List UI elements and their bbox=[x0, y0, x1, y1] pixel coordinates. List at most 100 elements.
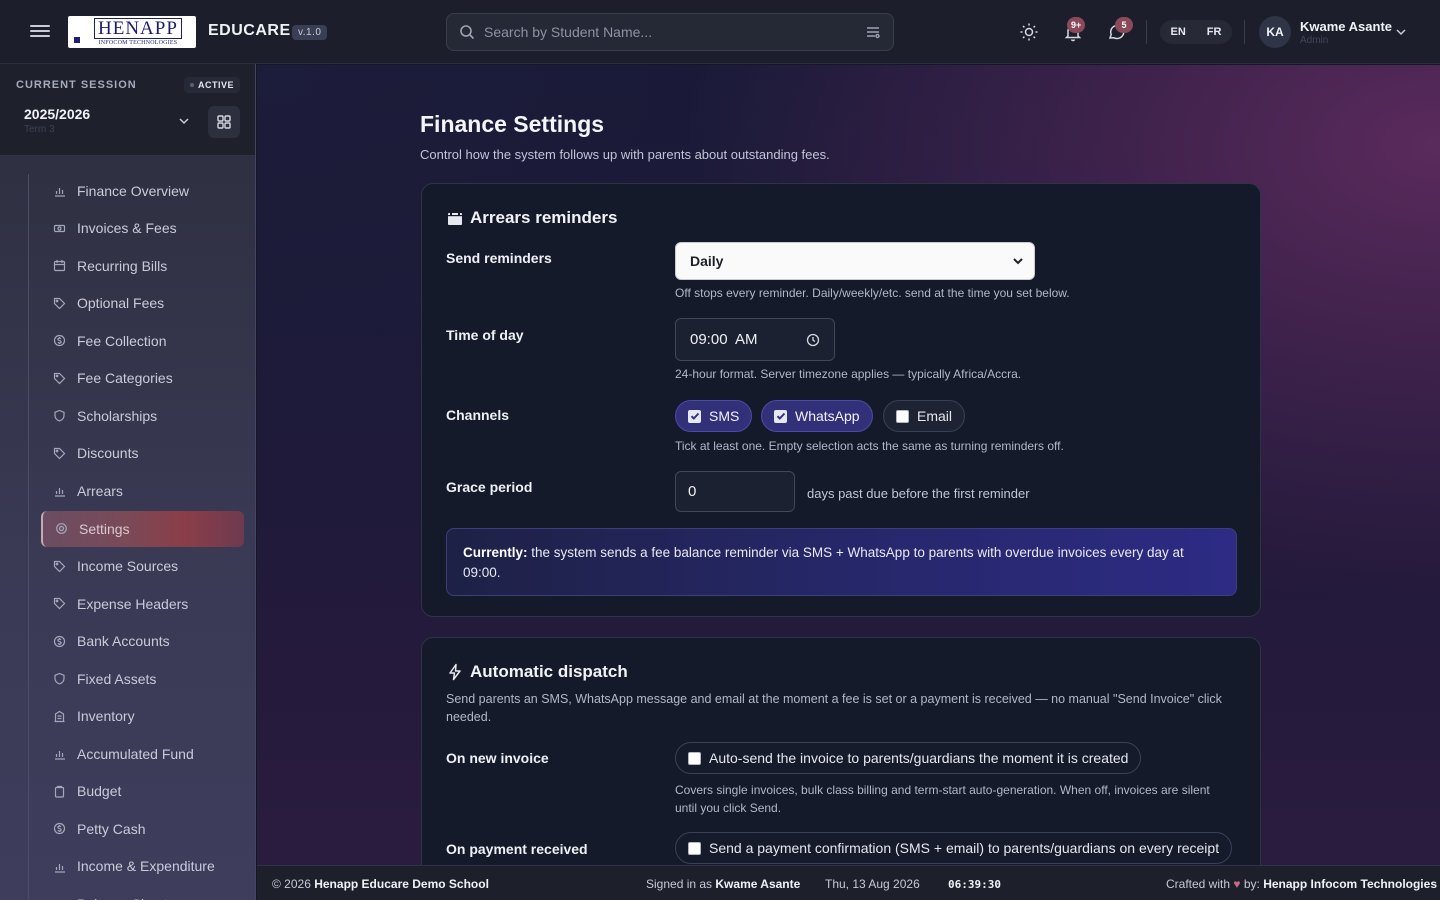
card-title: Automatic dispatch bbox=[446, 662, 628, 682]
sidebar-item-label: Balance Sheet bbox=[77, 896, 168, 900]
sidebar-item-budget[interactable]: Budget bbox=[41, 773, 244, 811]
channel-label: Email bbox=[917, 408, 953, 424]
auto-send-invoice-toggle[interactable]: Auto-send the invoice to parents/guardia… bbox=[675, 742, 1142, 774]
footer-company: Henapp Infocom Technologies bbox=[1263, 877, 1437, 891]
footer-clock: 06:39:30 bbox=[948, 878, 1001, 891]
automatic-dispatch-card: Automatic dispatch Send parents an SMS, … bbox=[421, 637, 1261, 865]
time-of-day-value: 09:00 AM bbox=[690, 331, 758, 348]
sidebar-item-label: Inventory bbox=[77, 708, 135, 725]
sidebar-nav: Finance Overview Invoices & Fees Recurring… bbox=[41, 172, 244, 900]
sidebar-item-fixed-assets[interactable]: Fixed Assets bbox=[41, 660, 244, 698]
channel-label: SMS bbox=[709, 408, 740, 424]
shield-icon bbox=[54, 673, 65, 685]
chart-icon bbox=[55, 751, 65, 760]
footer-copyright: © 2026 Henapp Educare Demo School bbox=[272, 877, 489, 891]
session-year[interactable]: 2025/2026 bbox=[24, 106, 90, 122]
channel-sms-toggle[interactable]: SMS bbox=[675, 400, 753, 432]
clock-icon[interactable] bbox=[806, 333, 820, 347]
gear-icon bbox=[56, 523, 67, 534]
logo-sub-text: INFOCOM TECHNOLOGIES bbox=[98, 39, 178, 46]
filter-icon[interactable] bbox=[865, 24, 881, 40]
dollar-circle-icon bbox=[53, 635, 66, 647]
sidebar-item-income-expenditure[interactable]: Income & Expenditure bbox=[41, 848, 244, 886]
checkbox-unchecked[interactable] bbox=[688, 751, 701, 765]
arrears-title: Arrears reminders bbox=[470, 208, 618, 227]
heart-icon: ♥ bbox=[1233, 877, 1241, 891]
sidebar-item-label: Fee Collection bbox=[77, 332, 167, 349]
footer-school: Henapp Educare Demo School bbox=[314, 877, 489, 891]
language-en-button[interactable]: EN bbox=[1165, 24, 1192, 40]
session-label: CURRENT SESSION bbox=[16, 79, 137, 91]
arrears-reminders-card: Arrears reminders Send reminders Daily O… bbox=[421, 183, 1261, 617]
footer-crafted: Crafted with ♥ by: Henapp Infocom Techno… bbox=[1166, 877, 1437, 891]
time-of-day-input[interactable]: 09:00 AM bbox=[675, 318, 835, 361]
sidebar-item-accumulated-fund[interactable]: Accumulated Fund bbox=[41, 735, 244, 773]
search-input[interactable] bbox=[475, 24, 865, 40]
theme-toggle-icon[interactable] bbox=[1019, 22, 1039, 42]
sidebar-item-label: Fee Categories bbox=[77, 370, 173, 387]
sidebar-item-optional-fees[interactable]: Optional Fees bbox=[41, 285, 244, 323]
sidebar-item-label: Optional Fees bbox=[77, 295, 165, 312]
sidebar-item-label: Accumulated Fund bbox=[77, 745, 194, 762]
sidebar-item-finance-overview[interactable]: Finance Overview bbox=[41, 172, 244, 210]
sidebar-item-settings[interactable]: Settings bbox=[41, 510, 244, 547]
channels-help: Tick at least one. Empty selection acts … bbox=[675, 439, 1064, 453]
version-badge: v.1.0 bbox=[292, 25, 328, 40]
sidebar-item-balance-sheet[interactable]: Balance Sheet bbox=[41, 885, 244, 900]
divider bbox=[1244, 20, 1245, 44]
user-avatar[interactable]: KA bbox=[1259, 16, 1291, 48]
sidebar-item-inventory[interactable]: Inventory bbox=[41, 698, 244, 736]
user-role: Admin bbox=[1300, 35, 1329, 46]
send-reminders-value: Daily bbox=[690, 253, 724, 269]
sidebar-item-arrears[interactable]: Arrears bbox=[41, 472, 244, 510]
user-name[interactable]: Kwame Asante bbox=[1300, 19, 1392, 34]
sidebar-item-label: Finance Overview bbox=[77, 182, 190, 199]
checkbox-checked[interactable] bbox=[774, 409, 787, 423]
sidebar-item-discounts[interactable]: Discounts bbox=[41, 435, 244, 473]
sidebar: CURRENT SESSION ACTIVE 2025/2026 Term 3 … bbox=[0, 64, 256, 900]
logo-main-text: HENAPP bbox=[94, 17, 182, 39]
chevron-down-icon[interactable] bbox=[177, 114, 191, 128]
sidebar-item-invoices-fees[interactable]: Invoices & Fees bbox=[41, 210, 244, 248]
sidebar-item-label: Expense Headers bbox=[77, 595, 189, 612]
sidebar-item-bank-accounts[interactable]: Bank Accounts bbox=[41, 623, 244, 661]
footer-signed-in: Signed in as Kwame Asante bbox=[646, 877, 801, 891]
checkbox-unchecked[interactable] bbox=[688, 841, 701, 855]
tag-icon bbox=[53, 372, 66, 385]
sidebar-item-petty-cash[interactable]: Petty Cash bbox=[41, 810, 244, 848]
sidebar-item-fee-collection[interactable]: Fee Collection bbox=[41, 322, 244, 360]
chevron-down-icon[interactable] bbox=[1394, 25, 1408, 39]
company-logo: HENAPP INFOCOM TECHNOLOGIES bbox=[68, 16, 196, 48]
auto-send-invoice-label: Auto-send the invoice to parents/guardia… bbox=[709, 750, 1129, 766]
main-content: Finance Settings Control how the system … bbox=[257, 65, 1440, 865]
channel-whatsapp-toggle[interactable]: WhatsApp bbox=[761, 400, 873, 432]
channel-email-toggle[interactable]: Email bbox=[883, 400, 966, 432]
sidebar-item-income-sources[interactable]: Income Sources bbox=[41, 548, 244, 586]
apps-grid-button[interactable] bbox=[208, 106, 240, 138]
checkbox-checked[interactable] bbox=[688, 409, 701, 423]
payment-confirmation-label: Send a payment confirmation (SMS + email… bbox=[709, 840, 1220, 856]
sidebar-item-expense-headers[interactable]: Expense Headers bbox=[41, 585, 244, 623]
footer: © 2026 Henapp Educare Demo School Signed… bbox=[257, 865, 1440, 900]
sidebar-item-label: Income & Expenditure bbox=[77, 858, 215, 875]
sidebar-item-fee-categories[interactable]: Fee Categories bbox=[41, 360, 244, 398]
summary-prefix: Currently: bbox=[463, 545, 528, 560]
time-of-day-help: 24-hour format. Server timezone applies … bbox=[675, 367, 1022, 381]
sidebar-item-scholarships[interactable]: Scholarships bbox=[41, 397, 244, 435]
grace-period-suffix: days past due before the first reminder bbox=[807, 486, 1030, 501]
send-reminders-select[interactable]: Daily bbox=[675, 242, 1035, 280]
payment-confirmation-toggle[interactable]: Send a payment confirmation (SMS + email… bbox=[675, 832, 1233, 864]
sidebar-item-label: Income Sources bbox=[77, 558, 179, 575]
clipboard-icon bbox=[54, 785, 65, 798]
grace-period-input[interactable]: 0 bbox=[675, 471, 795, 512]
tag-icon bbox=[53, 598, 66, 610]
shield-icon bbox=[54, 410, 65, 422]
sidebar-item-recurring-bills[interactable]: Recurring Bills bbox=[41, 247, 244, 285]
session-panel: CURRENT SESSION ACTIVE 2025/2026 Term 3 bbox=[0, 64, 255, 156]
on-new-invoice-label: On new invoice bbox=[446, 750, 549, 766]
checkbox-unchecked[interactable] bbox=[896, 409, 909, 423]
language-fr-button[interactable]: FR bbox=[1201, 24, 1228, 40]
search-bar bbox=[446, 13, 894, 51]
menu-toggle-icon[interactable] bbox=[30, 22, 50, 42]
sidebar-item-label: Settings bbox=[79, 520, 130, 537]
